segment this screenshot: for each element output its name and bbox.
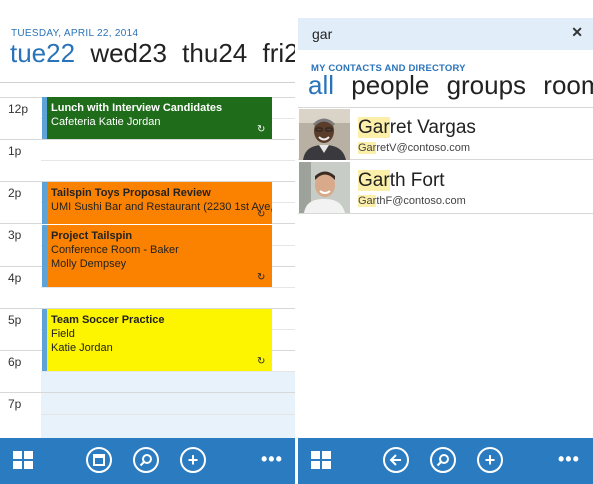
hour-label: 4p: [8, 271, 22, 285]
hour-label: 7p: [8, 397, 22, 411]
event-status-bar: [42, 309, 47, 371]
header-divider: [0, 82, 295, 83]
event-title: Project Tailspin: [51, 230, 133, 242]
filter-pivot-people[interactable]: people: [351, 70, 429, 100]
filter-pivot-strip: all people groups rooms: [308, 70, 593, 101]
event-title: Team Soccer Practice: [51, 314, 165, 326]
avatar: [299, 109, 350, 160]
name-rest: th Fort: [389, 170, 445, 191]
calendar-view-button[interactable]: [86, 447, 112, 473]
contact-result[interactable]: Garret Vargas GarretV@contoso.com: [298, 107, 593, 160]
event-tailspin-proposal[interactable]: Tailspin Toys Proposal Review UMI Sushi …: [42, 182, 272, 224]
search-app-bar: + •••: [298, 438, 593, 484]
recurring-icon: ↻: [257, 209, 266, 220]
hour-label: 5p: [8, 313, 22, 327]
event-status-bar: [42, 182, 47, 224]
tiles-icon[interactable]: [311, 451, 331, 469]
more-icon[interactable]: •••: [558, 449, 580, 470]
back-button[interactable]: [383, 447, 409, 473]
event-status-bar: [42, 225, 47, 287]
search-box[interactable]: gar ✕: [298, 18, 593, 50]
event-location: Conference Room - Baker: [51, 244, 179, 256]
match-highlight: Gar: [358, 142, 377, 154]
event-organizer: Katie Jordan: [51, 342, 113, 354]
search-icon: [139, 454, 152, 467]
add-contact-button[interactable]: +: [477, 447, 503, 473]
add-event-button[interactable]: +: [180, 447, 206, 473]
more-icon[interactable]: •••: [261, 449, 283, 470]
event-project-tailspin[interactable]: Project Tailspin Conference Room - Baker…: [42, 225, 272, 287]
filter-pivot-all[interactable]: all: [308, 70, 334, 100]
search-input[interactable]: gar: [312, 26, 332, 42]
recurring-icon: ↻: [257, 356, 266, 367]
day-pivot-wed23[interactable]: wed23: [90, 38, 167, 68]
close-icon[interactable]: ✕: [571, 24, 583, 41]
contact-email: GarretV@contoso.com: [358, 142, 470, 154]
contact-email: GarthF@contoso.com: [358, 195, 466, 207]
filter-pivot-groups[interactable]: groups: [447, 70, 527, 100]
event-team-soccer[interactable]: Team Soccer Practice Field Katie Jordan …: [42, 309, 272, 371]
day-pivot-tue22[interactable]: tue22: [10, 38, 75, 68]
hour-label: 1p: [8, 144, 22, 158]
hour-label: 6p: [8, 355, 22, 369]
email-rest: retV@contoso.com: [376, 142, 471, 154]
email-rest: thF@contoso.com: [376, 195, 466, 207]
calendar-icon: [93, 454, 105, 466]
half-hour-line: [41, 160, 295, 161]
event-status-bar: [42, 97, 47, 139]
half-hour-line: [41, 414, 295, 415]
day-pivot-thu24[interactable]: thu24: [182, 38, 247, 68]
event-location: Cafeteria Katie Jordan: [51, 116, 161, 128]
add-icon: +: [187, 450, 199, 470]
hour-label: 2p: [8, 186, 22, 200]
back-icon: [389, 454, 401, 466]
calendar-pane: TUESDAY, APRIL 22, 2014 tue22 wed23 thu2…: [0, 0, 295, 484]
search-button[interactable]: [430, 447, 456, 473]
event-lunch-interview[interactable]: Lunch with Interview Candidates Cafeteri…: [42, 97, 272, 139]
event-location: Field: [51, 328, 75, 340]
hour-label: 3p: [8, 228, 22, 242]
tiles-icon[interactable]: [13, 451, 33, 469]
half-hour-line: [41, 371, 295, 372]
hour-label: 12p: [8, 102, 29, 116]
event-organizer: Molly Dempsey: [51, 258, 127, 270]
filter-pivot-rooms[interactable]: rooms: [543, 70, 593, 100]
event-location: UMI Sushi Bar and Restaurant (2230 1st A…: [51, 201, 272, 213]
day-pivot-fri25[interactable]: fri25: [262, 38, 295, 68]
match-highlight: Gar: [358, 170, 390, 191]
hour-row-7p[interactable]: 7p: [0, 392, 295, 434]
recurring-icon: ↻: [257, 272, 266, 283]
contact-result[interactable]: Garth Fort GarthF@contoso.com: [298, 161, 593, 214]
contact-name: Garth Fort: [358, 170, 445, 192]
search-button[interactable]: [133, 447, 159, 473]
event-title: Tailspin Toys Proposal Review: [51, 187, 211, 199]
search-pane: gar ✕ MY CONTACTS AND DIRECTORY all peop…: [298, 0, 593, 484]
add-icon: +: [484, 450, 496, 470]
match-highlight: Gar: [358, 195, 377, 207]
event-title: Lunch with Interview Candidates: [51, 102, 223, 114]
contact-name: Garret Vargas: [358, 117, 476, 139]
avatar: [299, 162, 350, 213]
half-hour-line: [41, 287, 295, 288]
name-rest: ret Vargas: [389, 117, 476, 138]
recurring-icon: ↻: [257, 124, 266, 135]
calendar-app-bar: + •••: [0, 438, 295, 484]
search-icon: [436, 454, 449, 467]
day-pivot-strip: tue22 wed23 thu24 fri25: [10, 38, 295, 69]
match-highlight: Gar: [358, 117, 390, 138]
